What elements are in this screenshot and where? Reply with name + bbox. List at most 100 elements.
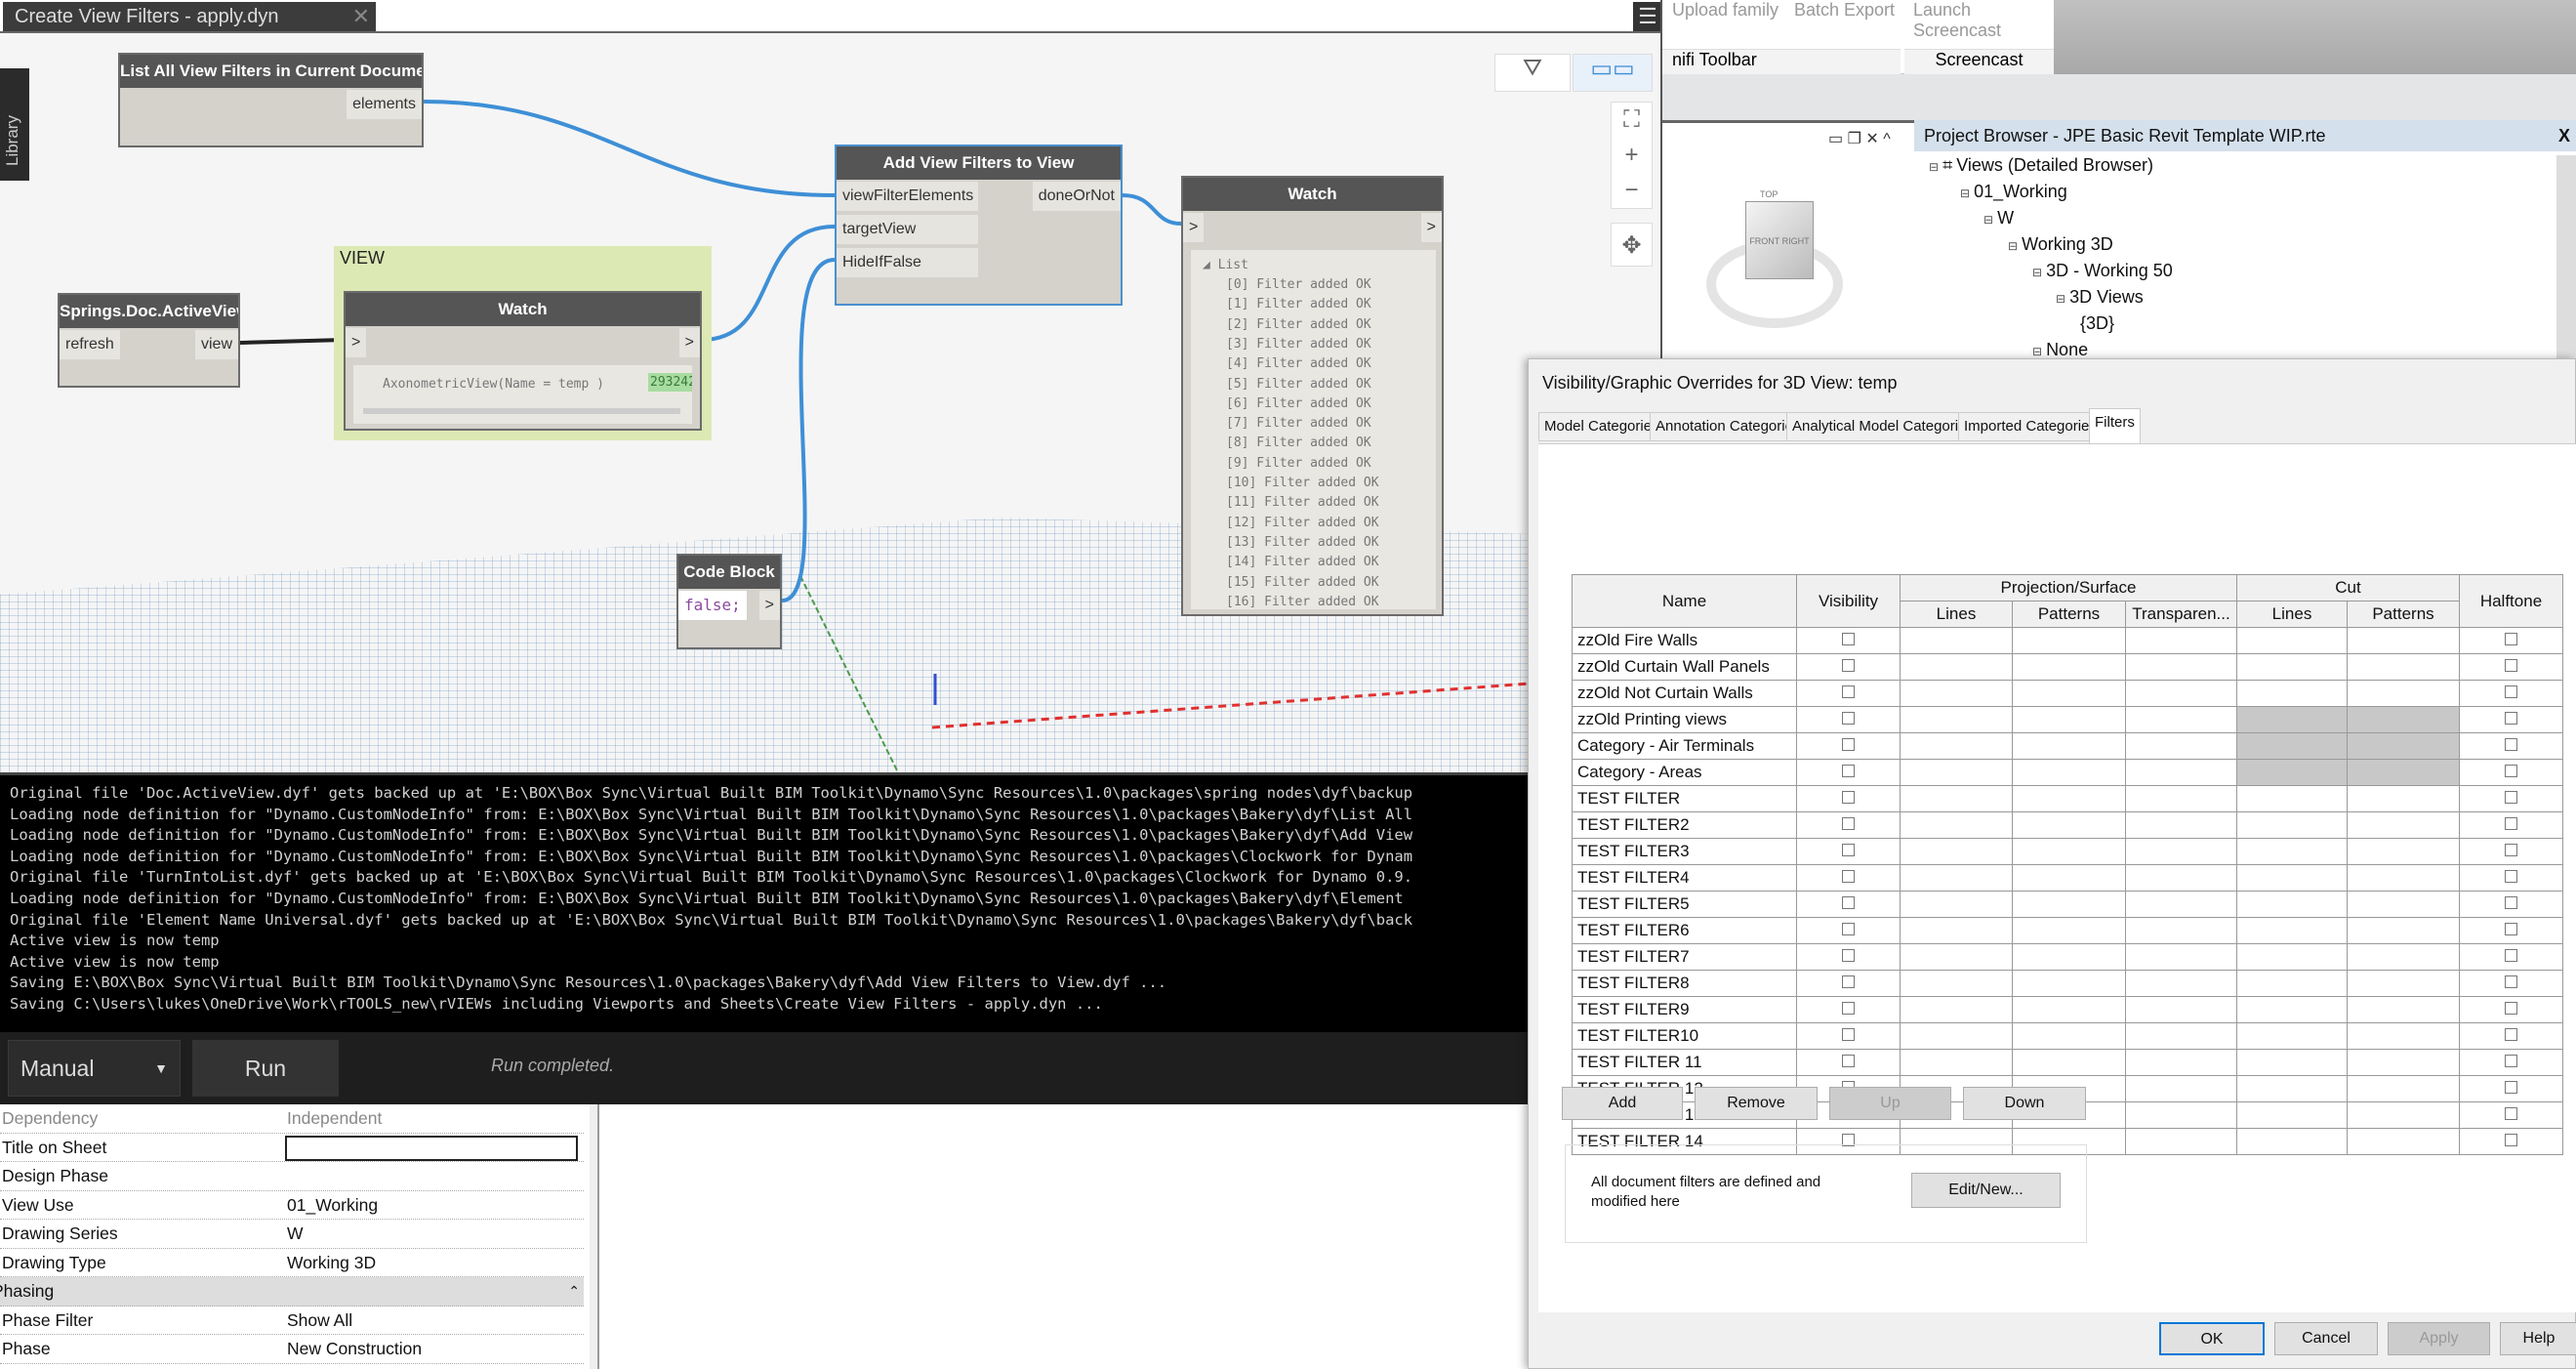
cut-lines-cell[interactable] — [2236, 891, 2348, 918]
proj-lines-cell[interactable] — [1900, 864, 2013, 892]
filter-name[interactable]: Category - Areas — [1572, 759, 1797, 786]
cut-patterns-cell[interactable] — [2347, 970, 2460, 997]
tree-item[interactable]: ⊟ ⌗ Views (Detailed Browser) — [1929, 155, 2153, 176]
proj-lines-cell[interactable] — [1900, 838, 2013, 865]
filter-name[interactable]: TEST FILTER6 — [1572, 917, 1797, 944]
output-port-view[interactable]: view — [194, 330, 238, 359]
zoom-out-icon[interactable]: − — [1612, 173, 1652, 208]
tree-item[interactable]: ⊟ 01_Working — [1960, 182, 2067, 202]
transparency-cell[interactable] — [2125, 996, 2237, 1023]
header-cut-patterns[interactable]: Patterns — [2347, 601, 2460, 628]
transparency-cell[interactable] — [2125, 1075, 2237, 1102]
cut-patterns-cell[interactable] — [2347, 1075, 2460, 1102]
visibility-checkbox[interactable] — [1842, 791, 1855, 804]
property-row[interactable]: Drawing Type Working 3D — [0, 1249, 584, 1277]
transparency-cell[interactable] — [2125, 811, 2237, 839]
geometry-view-toggle[interactable]: ⛛ — [1494, 54, 1571, 92]
property-value[interactable]: W — [287, 1220, 304, 1248]
table-row[interactable]: zzOld Printing views — [1572, 706, 2563, 733]
output-port[interactable]: > — [758, 591, 780, 620]
header-halftone[interactable]: Halftone — [2459, 574, 2563, 628]
visibility-checkbox[interactable] — [1842, 975, 1855, 988]
visibility-checkbox[interactable] — [1842, 844, 1855, 856]
node-code-block[interactable]: Code Block false; > — [676, 554, 782, 649]
table-row[interactable]: TEST FILTER4 — [1572, 864, 2563, 892]
transparency-cell[interactable] — [2125, 732, 2237, 760]
table-row[interactable]: TEST FILTER — [1572, 785, 2563, 812]
filter-name[interactable]: TEST FILTER2 — [1572, 811, 1797, 839]
filter-name[interactable]: TEST FILTER — [1572, 785, 1797, 812]
node-add-view-filters[interactable]: Add View Filters to View viewFilterEleme… — [835, 145, 1123, 306]
output-port-elements[interactable]: elements — [347, 90, 422, 119]
cut-lines-cell[interactable] — [2236, 1022, 2348, 1050]
table-row[interactable]: TEST FILTER 11 — [1572, 1049, 2563, 1076]
code-input[interactable]: false; — [678, 591, 747, 620]
zoom-fit-icon[interactable]: ⛶ — [1612, 103, 1652, 138]
proj-patterns-cell[interactable] — [2012, 970, 2126, 997]
halftone-checkbox[interactable] — [2505, 896, 2517, 909]
proj-lines-cell[interactable] — [1900, 996, 2013, 1023]
header-name[interactable]: Name — [1572, 574, 1797, 628]
visibility-checkbox[interactable] — [1842, 659, 1855, 672]
cut-lines-cell[interactable] — [2236, 970, 2348, 997]
property-row[interactable]: Phase Filter Show All — [0, 1307, 584, 1335]
property-value[interactable]: Show All — [287, 1307, 352, 1335]
tree-item[interactable]: {3D} — [2080, 313, 2114, 334]
visibility-checkbox[interactable] — [1842, 870, 1855, 883]
section-phasing[interactable]: Phasing ⌃ — [0, 1277, 584, 1307]
halftone-checkbox[interactable] — [2505, 1002, 2517, 1015]
halftone-checkbox[interactable] — [2505, 659, 2517, 672]
cut-patterns-cell[interactable] — [2347, 1128, 2460, 1155]
cut-lines-cell[interactable] — [2236, 864, 2348, 892]
help-button[interactable]: Help — [2500, 1322, 2576, 1355]
expand-collapse-icon[interactable]: ⊟ — [2032, 266, 2042, 279]
cut-lines-cell[interactable] — [2236, 838, 2348, 865]
cut-patterns-cell[interactable] — [2347, 838, 2460, 865]
halftone-checkbox[interactable] — [2505, 633, 2517, 645]
cut-patterns-cell[interactable] — [2347, 1101, 2460, 1129]
proj-patterns-cell[interactable] — [2012, 1049, 2126, 1076]
table-row[interactable]: TEST FILTER8 — [1572, 970, 2563, 997]
proj-lines-cell[interactable] — [1900, 785, 2013, 812]
view-window[interactable]: ▭ ❐ ✕ ^ FRONT RIGHT TOP — [1662, 120, 1914, 358]
zoom-in-icon[interactable]: + — [1612, 138, 1652, 173]
transparency-cell[interactable] — [2125, 838, 2237, 865]
input-port-hide-if-false[interactable]: HideIfFalse — [837, 248, 978, 277]
run-button[interactable]: Run — [192, 1040, 339, 1097]
proj-lines-cell[interactable] — [1900, 706, 2013, 733]
header-cut-lines[interactable]: Lines — [2236, 601, 2348, 628]
input-port-refresh[interactable]: refresh — [60, 330, 120, 359]
visibility-checkbox[interactable] — [1842, 1002, 1855, 1015]
viewcube-front[interactable]: FRONT — [1749, 236, 1779, 246]
cut-patterns-cell[interactable] — [2347, 1049, 2460, 1076]
transparency-cell[interactable] — [2125, 1101, 2237, 1129]
cut-patterns-cell[interactable] — [2347, 653, 2460, 681]
expand-collapse-icon[interactable]: ⊟ — [2056, 292, 2065, 306]
input-port-view-filter-elements[interactable]: viewFilterElements — [837, 182, 978, 211]
table-row[interactable]: TEST FILTER3 — [1572, 838, 2563, 865]
halftone-checkbox[interactable] — [2505, 1134, 2517, 1146]
pan-icon[interactable]: ✥ — [1611, 223, 1653, 267]
filter-name[interactable]: zzOld Not Curtain Walls — [1572, 680, 1797, 707]
transparency-cell[interactable] — [2125, 1022, 2237, 1050]
property-row[interactable]: Phase New Construction — [0, 1335, 584, 1364]
proj-patterns-cell[interactable] — [2012, 759, 2126, 786]
input-port[interactable]: > — [346, 328, 367, 357]
header-proj-lines[interactable]: Lines — [1900, 601, 2013, 628]
proj-lines-cell[interactable] — [1900, 1049, 2013, 1076]
output-port[interactable]: > — [1420, 213, 1442, 242]
proj-lines-cell[interactable] — [1900, 732, 2013, 760]
proj-patterns-cell[interactable] — [2012, 653, 2126, 681]
header-transparency[interactable]: Transparen... — [2125, 601, 2237, 628]
input-port-target-view[interactable]: targetView — [837, 215, 978, 244]
proj-patterns-cell[interactable] — [2012, 706, 2126, 733]
transparency-cell[interactable] — [2125, 653, 2237, 681]
halftone-checkbox[interactable] — [2505, 1055, 2517, 1067]
visibility-checkbox[interactable] — [1842, 685, 1855, 698]
cut-lines-cell[interactable] — [2236, 917, 2348, 944]
proj-patterns-cell[interactable] — [2012, 680, 2126, 707]
visibility-checkbox[interactable] — [1842, 1028, 1855, 1041]
proj-patterns-cell[interactable] — [2012, 1022, 2126, 1050]
cut-lines-cell[interactable] — [2236, 680, 2348, 707]
proj-lines-cell[interactable] — [1900, 653, 2013, 681]
